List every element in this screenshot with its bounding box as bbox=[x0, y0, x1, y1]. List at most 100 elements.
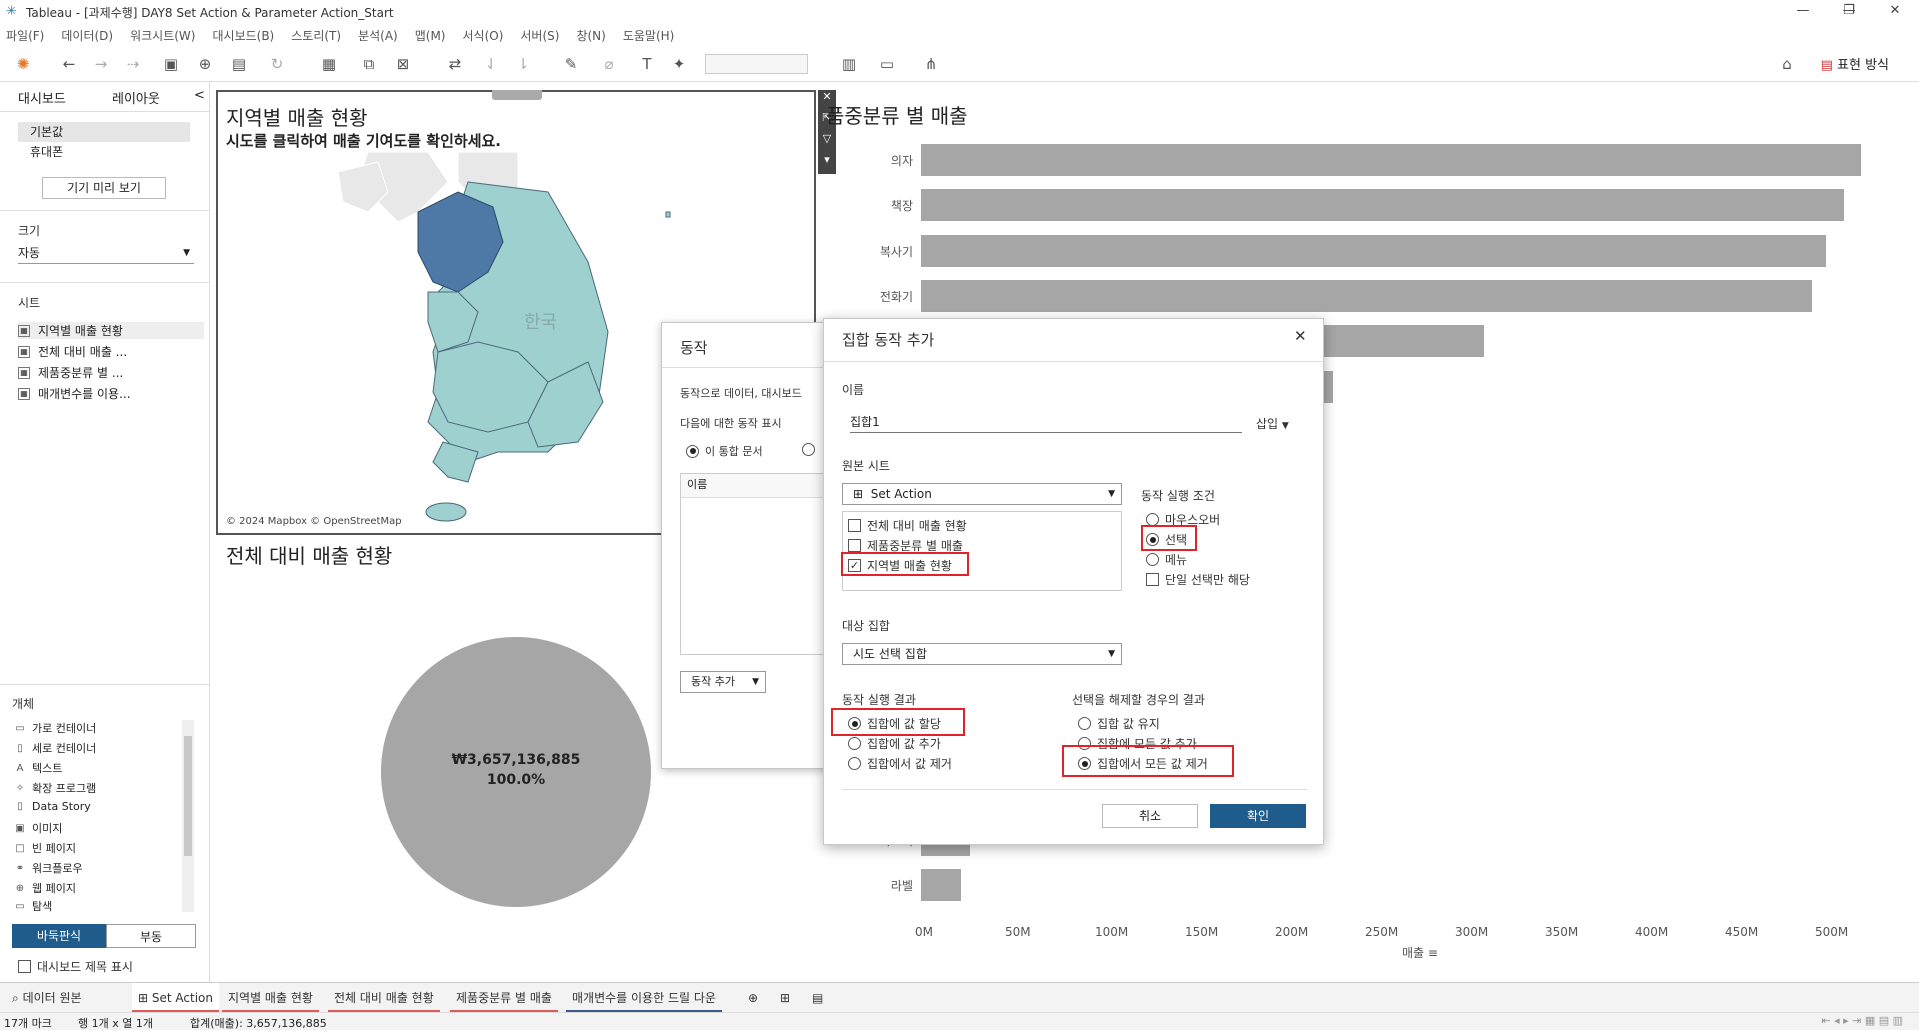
object-horizontal-container[interactable]: ▭ 가로 컨테이너 bbox=[14, 720, 96, 736]
undo-icon[interactable]: ← bbox=[58, 54, 80, 74]
radio-this-workbook[interactable]: 이 통합 문서 bbox=[686, 443, 763, 459]
radio-keep[interactable]: 집합 값 유지 bbox=[1078, 715, 1160, 732]
presentation-icon[interactable]: ▭ bbox=[876, 54, 898, 74]
tab-layout[interactable]: 레이아웃 bbox=[112, 88, 160, 107]
tab-dashboard[interactable]: 대시보드 bbox=[18, 88, 66, 107]
menu-dashboard[interactable]: 대시보드(B) bbox=[212, 27, 274, 44]
new-datasource-icon[interactable]: ⊕ bbox=[194, 54, 216, 74]
size-dropdown[interactable]: 자동 ▼ bbox=[18, 242, 194, 264]
bar-2[interactable] bbox=[921, 234, 1827, 267]
sheet-item-total[interactable]: ▦ 전체 대비 매출 ... bbox=[18, 343, 127, 360]
pin-icon[interactable]: ✦ bbox=[668, 54, 690, 74]
object-navigation[interactable]: ▭ 탐색 bbox=[14, 900, 52, 912]
menu-story[interactable]: 스토리(T) bbox=[291, 27, 341, 44]
refresh-icon[interactable]: ↻ bbox=[266, 54, 288, 74]
duplicate-icon[interactable]: ⧉ bbox=[358, 54, 380, 74]
collapse-panel-icon[interactable]: < bbox=[194, 88, 205, 103]
menu-data[interactable]: 데이터(D) bbox=[61, 27, 113, 44]
tableau-home-icon[interactable]: ✺ bbox=[12, 54, 34, 74]
new-dashboard-tab-icon[interactable]: ⊞ bbox=[774, 983, 796, 1013]
object-image[interactable]: ▣ 이미지 bbox=[14, 820, 62, 836]
radio-this-sheet[interactable] bbox=[802, 443, 821, 456]
highlight-icon[interactable]: ✎ bbox=[560, 54, 582, 74]
share-icon[interactable]: ⋔ bbox=[920, 54, 942, 74]
radio-menu[interactable]: 메뉴 bbox=[1146, 551, 1187, 568]
sort-desc-icon[interactable]: ⇂ bbox=[512, 54, 534, 74]
tiled-toggle[interactable]: 바둑판식 bbox=[12, 924, 106, 948]
object-extension[interactable]: ✧ 확장 프로그램 bbox=[14, 780, 96, 796]
source-sheet-dropdown[interactable]: ⊞ Set Action ▼ bbox=[842, 483, 1122, 505]
object-text[interactable]: A 텍스트 bbox=[14, 760, 63, 776]
new-sheet-icon[interactable]: ▦ bbox=[318, 54, 340, 74]
sort-icon[interactable]: ≡ bbox=[1428, 946, 1438, 960]
actions-list[interactable]: 이름 bbox=[680, 473, 842, 655]
redo-icon[interactable]: → bbox=[90, 54, 112, 74]
bar-16[interactable] bbox=[921, 868, 961, 901]
more-options-icon[interactable]: ▾ bbox=[818, 153, 836, 174]
tab-drilldown[interactable]: 매개변수를 이용한 드릴 다운 bbox=[566, 983, 722, 1013]
show-cards-icon[interactable]: ▥ bbox=[838, 54, 860, 74]
show-title-checkbox[interactable]: 대시보드 제목 표시 bbox=[18, 958, 133, 975]
swap-icon[interactable]: ⇄ bbox=[444, 54, 466, 74]
tab-category-sales[interactable]: 제품중분류 별 매출 bbox=[450, 983, 558, 1013]
menu-format[interactable]: 서식(O) bbox=[463, 27, 504, 44]
menu-window[interactable]: 창(N) bbox=[576, 27, 605, 44]
maximize-button[interactable]: ❐ bbox=[1826, 0, 1872, 24]
cancel-button[interactable]: 취소 bbox=[1102, 804, 1198, 828]
target-set-dropdown[interactable]: 시도 선택 집합 ▼ bbox=[842, 643, 1122, 665]
sort-asc-icon[interactable]: ⇃ bbox=[480, 54, 502, 74]
name-input[interactable]: 집합1 bbox=[850, 411, 1242, 433]
tab-total-sales[interactable]: 전체 대비 매출 현황 bbox=[328, 983, 440, 1013]
sheet-item-category[interactable]: ▦ 제품중분류 별 ... bbox=[18, 364, 123, 381]
drag-handle[interactable] bbox=[492, 90, 542, 100]
save-icon[interactable]: ▣ bbox=[160, 54, 182, 74]
new-story-tab-icon[interactable]: ▤ bbox=[806, 983, 829, 1013]
radio-remove[interactable]: 집합에서 값 제거 bbox=[848, 755, 952, 772]
tab-region-sales[interactable]: 지역별 매출 현황 bbox=[222, 983, 319, 1013]
label-icon[interactable]: T bbox=[636, 54, 658, 74]
object-webpage[interactable]: ⊕ 웹 페이지 bbox=[14, 880, 76, 896]
insert-dropdown[interactable]: 삽입 ▼ bbox=[1256, 415, 1289, 432]
menu-worksheet[interactable]: 워크시트(W) bbox=[130, 27, 195, 44]
view-toggle-icons[interactable]: ⇤ ◂ ▸ ⇥ ▦ ▤ ▥ bbox=[1821, 1014, 1903, 1027]
tab-data-source[interactable]: ⌕ 데이터 원본 bbox=[6, 983, 88, 1013]
floating-toggle[interactable]: 부동 bbox=[106, 924, 196, 948]
device-default[interactable]: 기본값 bbox=[18, 122, 190, 142]
device-phone[interactable]: 휴대폰 bbox=[18, 142, 190, 162]
device-preview-button[interactable]: 기기 미리 보기 bbox=[42, 177, 166, 199]
menu-server[interactable]: 서버(S) bbox=[520, 27, 559, 44]
tab-set-action[interactable]: ⊞ Set Action bbox=[132, 983, 219, 1013]
object-workflow[interactable]: ⚭ 워크플로우 bbox=[14, 860, 83, 876]
menu-analysis[interactable]: 분석(A) bbox=[358, 27, 398, 44]
filter-icon[interactable]: ▽ bbox=[818, 132, 836, 153]
close-icon[interactable]: ✕ bbox=[1294, 327, 1307, 345]
menu-file[interactable]: 파일(F) bbox=[6, 27, 44, 44]
add-action-dropdown[interactable]: 동작 추가 ▼ bbox=[680, 671, 766, 693]
group-icon[interactable]: ⌀ bbox=[598, 54, 620, 74]
close-window-button[interactable]: ✕ bbox=[1872, 0, 1918, 24]
new-datasource-tab-icon[interactable]: ⊕ bbox=[742, 983, 764, 1013]
scrollbar-thumb[interactable] bbox=[184, 736, 192, 856]
format-painter-icon[interactable]: ⌂ bbox=[1776, 54, 1798, 74]
bar-3[interactable] bbox=[921, 279, 1812, 312]
menu-help[interactable]: 도움말(H) bbox=[623, 27, 675, 44]
bar-0[interactable] bbox=[921, 144, 1861, 176]
object-data-story[interactable]: ▯ Data Story bbox=[14, 800, 91, 813]
object-vertical-container[interactable]: ▯ 세로 컨테이너 bbox=[14, 740, 96, 756]
check-single-select[interactable]: 단일 선택만 해당 bbox=[1146, 571, 1250, 588]
objects-scrollbar[interactable] bbox=[182, 720, 194, 912]
check-total-sales[interactable]: 전체 대비 매출 현황 bbox=[848, 517, 967, 534]
minimize-icon[interactable]: — bbox=[1780, 0, 1826, 24]
object-blank[interactable]: □ 빈 페이지 bbox=[14, 840, 76, 856]
clear-sheet-icon[interactable]: ⊠ bbox=[392, 54, 414, 74]
ok-button[interactable]: 확인 bbox=[1210, 804, 1306, 828]
show-me-button[interactable]: ▤ 표현 방식 bbox=[1821, 54, 1889, 73]
sheet-item-region[interactable]: ▦ 지역별 매출 현황 bbox=[18, 322, 204, 339]
replay-icon[interactable]: ⇢ bbox=[122, 54, 144, 74]
pause-update-icon[interactable]: ▤ bbox=[228, 54, 250, 74]
fit-select[interactable] bbox=[705, 54, 808, 74]
radio-add[interactable]: 집합에 값 추가 bbox=[848, 735, 941, 752]
bar-1[interactable] bbox=[921, 189, 1845, 222]
menu-map[interactable]: 맵(M) bbox=[415, 27, 446, 44]
sheet-item-parameter[interactable]: ▦ 매개변수를 이용... bbox=[18, 385, 131, 402]
